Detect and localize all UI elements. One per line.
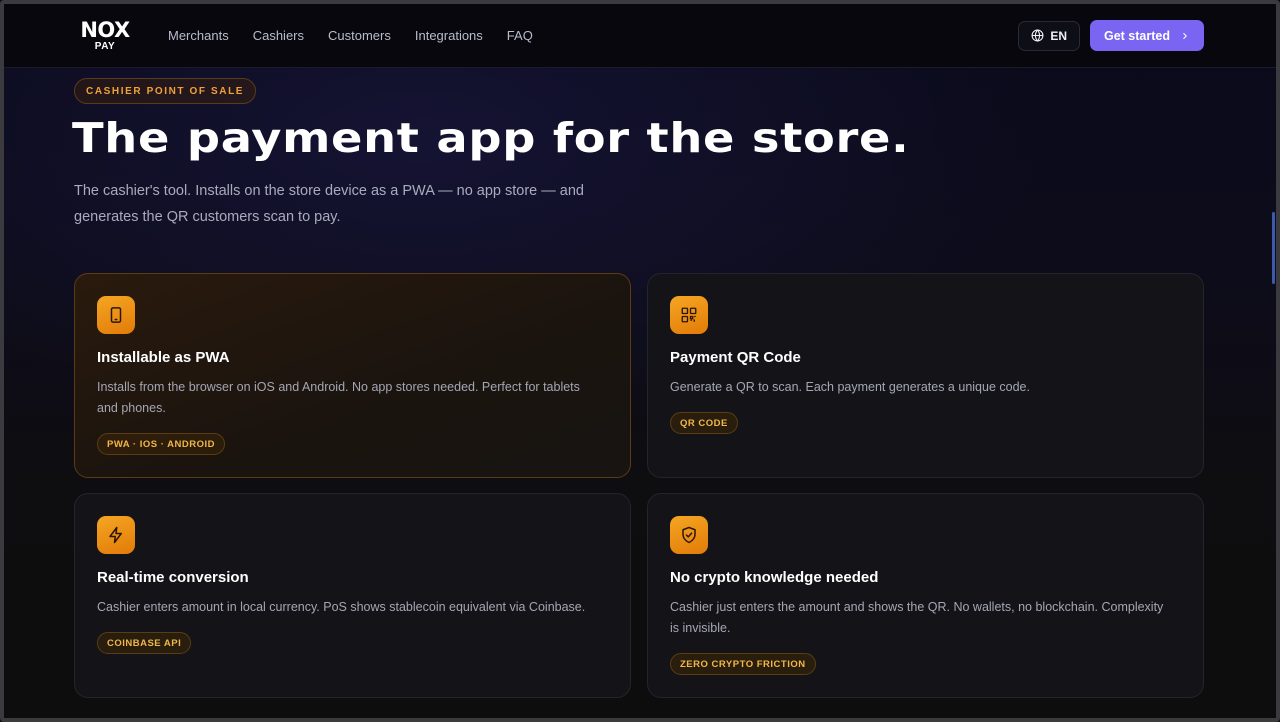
chevron-right-icon bbox=[1183, 32, 1187, 39]
tablet-icon bbox=[97, 296, 135, 334]
qr-code-icon bbox=[670, 296, 708, 334]
language-selector[interactable]: EN bbox=[1018, 20, 1080, 51]
feature-card-real-time-conversion: Real-time conversion Cashier enters amou… bbox=[74, 493, 631, 698]
feature-title: Real-time conversion bbox=[97, 569, 249, 586]
nav-link-cashiers[interactable]: Cashiers bbox=[253, 28, 304, 43]
shield-check-icon bbox=[670, 516, 708, 554]
feature-tag: COINBASE API bbox=[97, 632, 192, 654]
feature-description: Cashier just enters the amount and shows… bbox=[670, 600, 1164, 635]
nav-link-integrations[interactable]: Integrations bbox=[415, 28, 483, 43]
feature-title: No crypto knowledge needed bbox=[670, 569, 879, 586]
page-subtitle: The cashier's tool. Installs on the stor… bbox=[74, 183, 584, 225]
nav-actions: EN Get started bbox=[1018, 20, 1204, 51]
nav-link-customers[interactable]: Customers bbox=[328, 28, 391, 43]
feature-tag: PWA · IOS · ANDROID bbox=[97, 433, 226, 455]
page-title: The payment app for the store. bbox=[72, 114, 910, 162]
logo-wordmark: NOX bbox=[80, 17, 130, 42]
nav-links: Merchants Cashiers Customers Integration… bbox=[168, 28, 533, 43]
lightning-icon bbox=[97, 516, 135, 554]
language-label: EN bbox=[1050, 28, 1067, 43]
nav-link-merchants[interactable]: Merchants bbox=[168, 28, 229, 43]
feature-title: Installable as PWA bbox=[97, 349, 230, 366]
get-started-label: Get started bbox=[1104, 28, 1170, 43]
feature-description: Cashier enters amount in local currency.… bbox=[97, 600, 586, 614]
logo-subtext: PAY bbox=[94, 40, 116, 52]
nav-link-faq[interactable]: FAQ bbox=[507, 28, 533, 43]
feature-description: Generate a QR to scan. Each payment gene… bbox=[670, 380, 1030, 394]
feature-card-no-crypto-knowledge: No crypto knowledge needed Cashier just … bbox=[647, 493, 1204, 698]
feature-card-pwa: Installable as PWA Installs from the bro… bbox=[74, 273, 631, 478]
feature-tag: ZERO CRYPTO FRICTION bbox=[670, 653, 816, 675]
get-started-button[interactable]: Get started bbox=[1090, 20, 1204, 51]
feature-title: Payment QR Code bbox=[670, 349, 801, 366]
section-eyebrow-badge: CASHIER POINT OF SALE bbox=[74, 78, 257, 104]
feature-tag: QR CODE bbox=[670, 412, 738, 434]
globe-icon bbox=[1031, 29, 1044, 42]
nox-pay-logo[interactable]: NOX PAY bbox=[74, 17, 136, 52]
feature-description: Installs from the browser on iOS and And… bbox=[97, 380, 580, 415]
top-navbar: NOX PAY Merchants Cashiers Customers Int… bbox=[4, 4, 1276, 68]
feature-card-qr-code: Payment QR Code Generate a QR to scan. E… bbox=[647, 273, 1204, 478]
scrollbar-thumb[interactable] bbox=[1272, 212, 1275, 284]
